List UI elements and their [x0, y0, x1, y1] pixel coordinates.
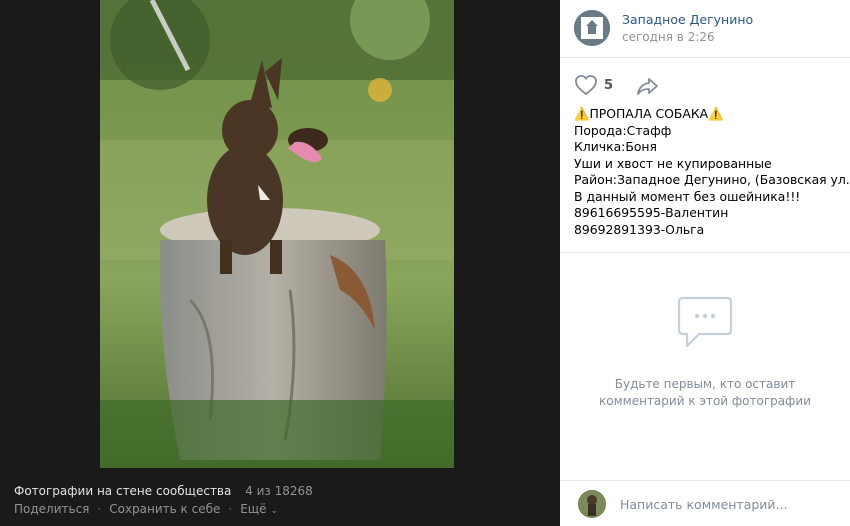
empty-line: Будьте первым, кто оставит: [614, 377, 796, 391]
chevron-down-icon: ⌄: [270, 506, 279, 516]
post-headline: ⚠️ПРОПАЛА СОБАКА⚠️: [574, 106, 850, 123]
post-line: Район:Западное Дегунино, (Базовская ул.): [574, 172, 850, 187]
dog-photo-image: [100, 0, 454, 468]
user-avatar-image: [578, 490, 606, 518]
community-logo-icon: [574, 10, 610, 46]
comment-input[interactable]: Написать комментарий...: [620, 497, 787, 512]
share-arrow-icon: [637, 78, 658, 95]
like-count: 5: [604, 77, 614, 93]
avatar[interactable]: [574, 10, 610, 46]
share-button[interactable]: [636, 76, 660, 100]
empty-comments-text: Будьте первым, кто оставит комментарий к…: [560, 376, 850, 410]
info-panel: Западное Дегунино сегодня в 2:26 5 ⚠️ПРО…: [560, 0, 850, 526]
post-line: 89616695595-Валентин: [574, 205, 729, 220]
heart-icon: [575, 75, 597, 96]
warning-icon: ⚠️: [708, 106, 724, 121]
post-line: ПРОПАЛА СОБАКА: [589, 106, 709, 121]
post-text: ⚠️ПРОПАЛА СОБАКА⚠️ Порода:Стафф Кличка:Б…: [574, 106, 850, 238]
post-line: В данный момент без ошейника!!!: [574, 188, 801, 204]
comment-composer: Написать комментарий...: [578, 490, 787, 518]
post-line: Порода:Стафф: [574, 122, 672, 138]
comments-empty-state: Будьте первым, кто оставит комментарий к…: [560, 296, 850, 410]
comment-bubble-icon: [677, 296, 733, 348]
photo-caption: Фотографии на стене сообщества 4 из 1826…: [14, 484, 313, 498]
separator-dot: ·: [97, 502, 102, 516]
post-line: 89692891393-Ольга: [574, 221, 705, 237]
share-link[interactable]: Поделиться: [14, 502, 89, 516]
photo-viewer: Фотографии на стене сообщества 4 из 1826…: [0, 0, 850, 526]
separator-dot: ·: [228, 502, 233, 516]
photo-actions: Поделиться · Сохранить к себе · Ещё ⌄: [14, 502, 278, 516]
author-name[interactable]: Западное Дегунино: [622, 12, 753, 27]
post-line: Уши и хвост не купированные: [574, 155, 772, 171]
post-line: Кличка:Боня: [574, 139, 657, 154]
post-date[interactable]: сегодня в 2:26: [622, 30, 753, 44]
photo-counter: 4 из 18268: [245, 484, 313, 498]
divider: [560, 252, 850, 253]
post-author: Западное Дегунино сегодня в 2:26: [574, 10, 753, 46]
save-link[interactable]: Сохранить к себе: [109, 502, 220, 516]
like-button[interactable]: 5: [574, 74, 613, 96]
empty-line: комментарий к этой фотографии: [599, 394, 811, 408]
photo-pane: Фотографии на стене сообщества 4 из 1826…: [0, 0, 560, 526]
more-label: Ещё: [240, 502, 267, 516]
album-title[interactable]: Фотографии на стене сообщества: [14, 484, 231, 498]
divider: [560, 480, 850, 481]
more-link[interactable]: Ещё ⌄: [240, 502, 278, 516]
author-meta: Западное Дегунино сегодня в 2:26: [622, 12, 753, 44]
warning-icon: ⚠️: [574, 106, 590, 121]
divider: [560, 57, 850, 58]
photo[interactable]: [100, 0, 454, 468]
avatar: [578, 490, 606, 518]
